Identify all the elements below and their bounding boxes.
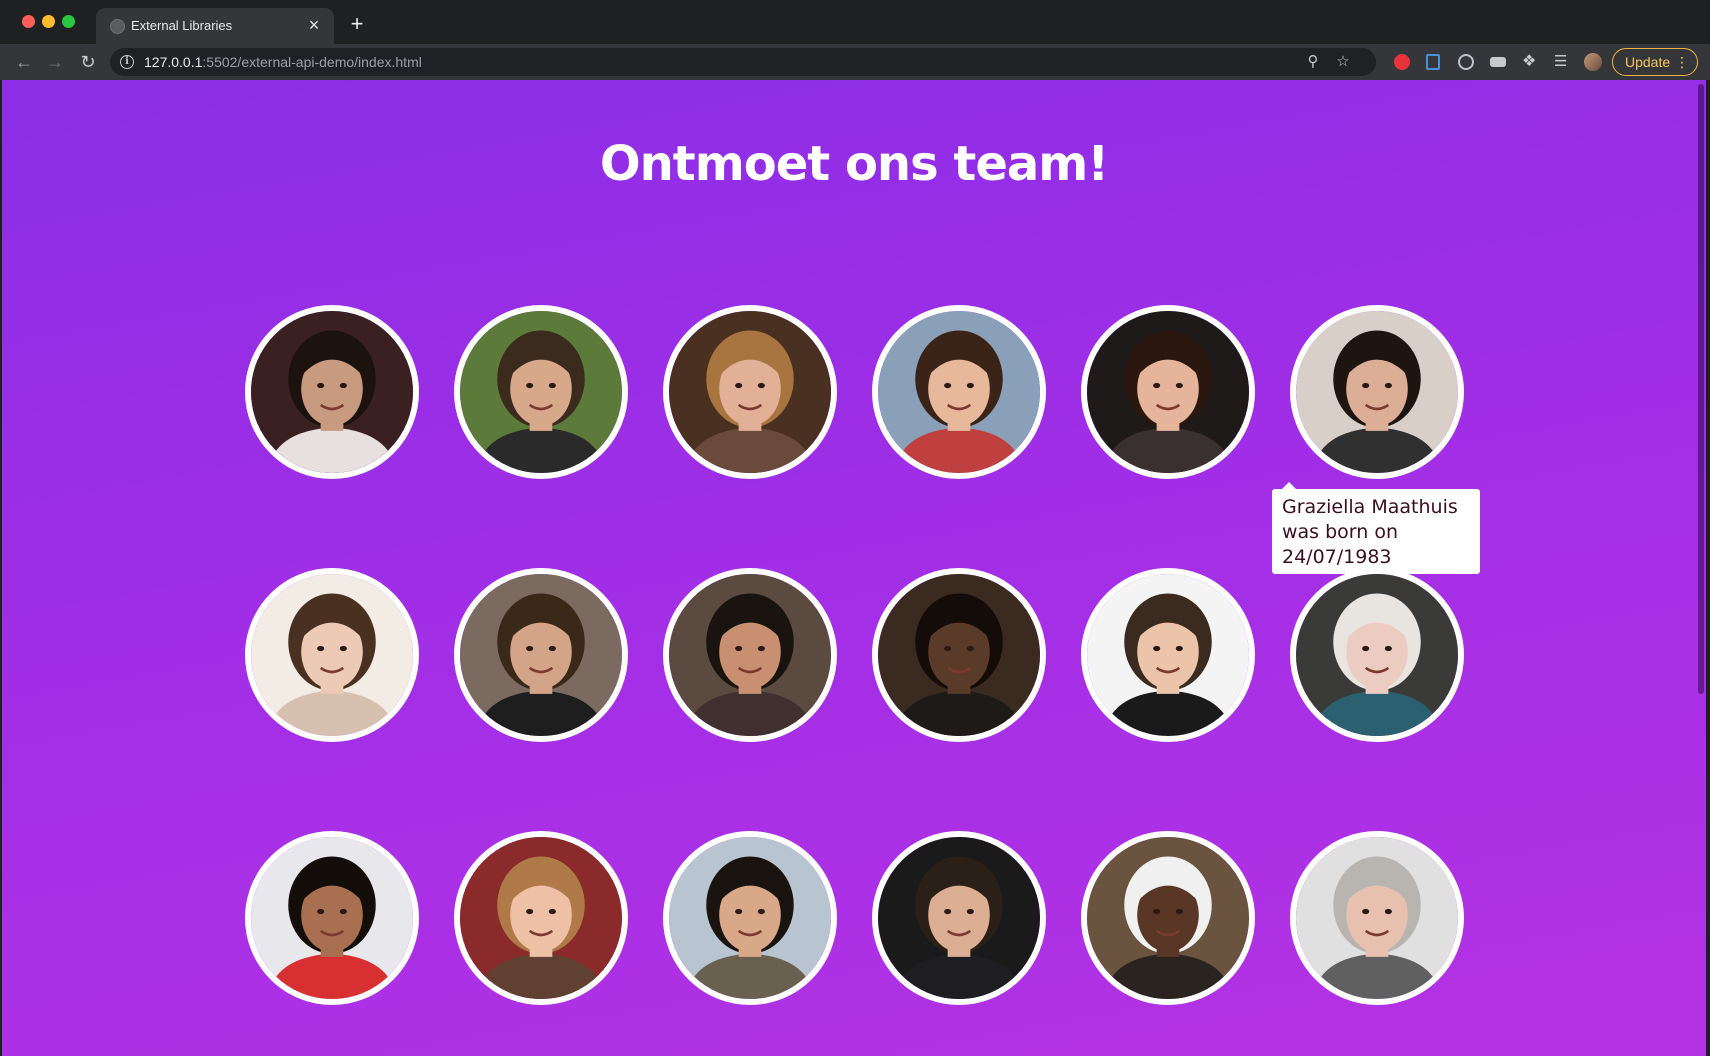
site-info-icon[interactable]: i — [120, 55, 134, 69]
team-member-avatar[interactable] — [245, 831, 419, 1005]
back-arrow-icon[interactable]: ← — [12, 50, 36, 74]
team-member-avatar[interactable] — [872, 831, 1046, 1005]
reading-list-icon[interactable]: ☰ — [1554, 54, 1570, 70]
team-grid — [245, 305, 1469, 1005]
team-member-avatar[interactable] — [1290, 568, 1464, 742]
close-window-button[interactable] — [22, 15, 35, 28]
close-tab-icon[interactable]: × — [304, 15, 324, 35]
team-member-avatar[interactable] — [663, 305, 837, 479]
forward-arrow-icon[interactable]: → — [43, 50, 67, 74]
browser-toolbar: ← → ↻ i 127.0.0.1:5502/external-api-demo… — [0, 44, 1710, 80]
browser-titlebar: External Libraries × + — [0, 0, 1710, 44]
team-member-avatar[interactable] — [663, 568, 837, 742]
page-viewport: Ontmoet ons team! Graziella Maathuis was… — [2, 80, 1706, 1056]
team-member-avatar[interactable] — [245, 568, 419, 742]
team-member-avatar[interactable] — [1081, 831, 1255, 1005]
team-member-avatar[interactable] — [872, 568, 1046, 742]
member-tooltip: Graziella Maathuis was born on 24/07/198… — [1272, 482, 1480, 574]
profile-avatar[interactable] — [1584, 53, 1602, 71]
bookmark-star-icon[interactable]: ☆ — [1332, 51, 1354, 73]
page-title: Ontmoet ons team! — [599, 136, 1109, 192]
ublock-extension-icon[interactable] — [1394, 54, 1410, 70]
globe-icon — [110, 19, 125, 34]
url-path: :5502/external-api-demo/index.html — [202, 54, 422, 70]
keyboard-extension-icon[interactable] — [1490, 57, 1506, 67]
browser-tab[interactable]: External Libraries × — [96, 8, 334, 44]
more-menu-icon[interactable]: ⋮ — [1675, 49, 1689, 75]
url-text[interactable]: 127.0.0.1:5502/external-api-demo/index.h… — [144, 54, 422, 70]
tab-title: External Libraries — [131, 18, 233, 33]
url-host: 127.0.0.1 — [144, 54, 203, 70]
team-member-avatar[interactable] — [454, 831, 628, 1005]
maximize-window-button[interactable] — [62, 15, 75, 28]
tooltip-arrow — [1282, 482, 1296, 489]
tooltip-text: Graziella Maathuis was born on 24/07/198… — [1282, 496, 1458, 568]
address-bar[interactable]: i 127.0.0.1:5502/external-api-demo/index… — [110, 48, 1376, 76]
team-member-avatar[interactable] — [1081, 305, 1255, 479]
team-member-avatar[interactable] — [245, 305, 419, 479]
zoom-icon[interactable]: ⚲ — [1302, 51, 1324, 73]
team-member-avatar[interactable] — [872, 305, 1046, 479]
reload-icon[interactable]: ↻ — [76, 50, 100, 74]
scrollbar-thumb[interactable] — [1698, 84, 1704, 694]
update-label: Update — [1625, 54, 1671, 70]
react-devtools-icon[interactable] — [1458, 54, 1474, 70]
team-member-avatar[interactable] — [663, 831, 837, 1005]
extensions-puzzle-icon[interactable]: ❖ — [1522, 54, 1538, 70]
team-member-avatar[interactable] — [1081, 568, 1255, 742]
team-member-avatar[interactable] — [454, 568, 628, 742]
team-member-avatar[interactable] — [1290, 305, 1464, 479]
team-member-avatar[interactable] — [454, 305, 628, 479]
scrollbar[interactable] — [1696, 80, 1706, 1056]
team-member-avatar[interactable] — [1290, 831, 1464, 1005]
extension-icon[interactable] — [1426, 54, 1440, 70]
update-button[interactable]: Update ⋮ — [1612, 48, 1698, 76]
new-tab-button[interactable]: + — [346, 13, 368, 35]
minimize-window-button[interactable] — [42, 15, 55, 28]
